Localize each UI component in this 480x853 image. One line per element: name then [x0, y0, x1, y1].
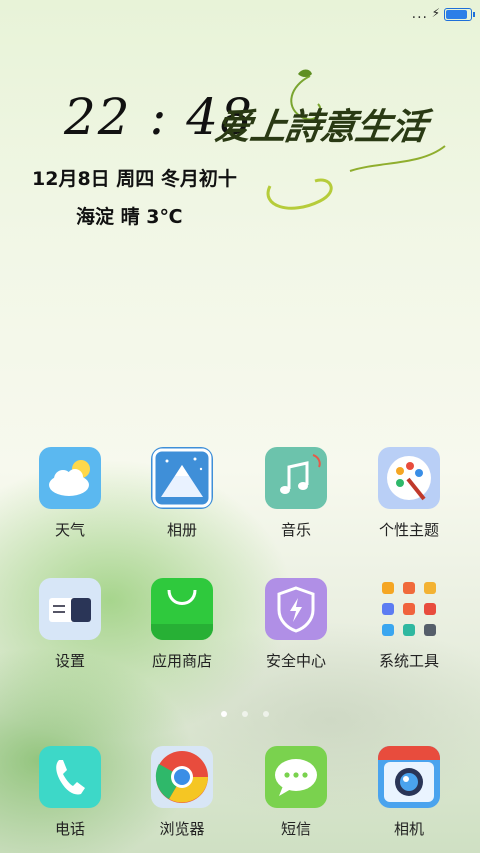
app-label: 音乐 [280, 521, 311, 539]
app-themes[interactable]: 个性主题 [354, 447, 464, 540]
date-text[interactable]: 12月8日 周四 冬月初十 [32, 164, 237, 191]
app-label: 应用商店 [151, 652, 212, 670]
battery-tip [473, 12, 475, 17]
settings-moon-icon [39, 578, 101, 640]
app-settings[interactable]: 设置 [15, 578, 125, 671]
battery-level-fill [446, 10, 467, 19]
page-indicator[interactable] [216, 702, 274, 721]
system-tools-folder-icon [378, 578, 440, 640]
charging-icon: ⚡ [431, 6, 440, 20]
status-bar: ... ⚡ [0, 0, 480, 28]
app-label: 短信 [280, 820, 311, 838]
more-dots-icon: ... [411, 6, 428, 22]
page-dot[interactable] [263, 711, 270, 717]
app-store[interactable]: 应用商店 [127, 578, 237, 671]
app-phone[interactable]: 电话 [15, 746, 125, 839]
app-label: 相机 [393, 820, 424, 838]
app-camera[interactable]: 相机 [354, 746, 464, 839]
app-label: 安全中心 [265, 652, 326, 670]
app-label: 浏览器 [159, 820, 205, 838]
music-note-icon [265, 447, 327, 509]
app-weather[interactable]: 天气 [15, 447, 125, 540]
weather-cloud-sun-icon [39, 447, 101, 509]
app-browser[interactable]: 浏览器 [127, 746, 237, 839]
gallery-mountain-icon [151, 447, 213, 509]
battery-icon [444, 8, 475, 21]
app-store-bag-icon [151, 578, 213, 640]
app-messages[interactable]: 短信 [241, 746, 351, 839]
app-label: 相册 [166, 521, 197, 539]
app-label: 设置 [54, 652, 85, 670]
app-label: 电话 [54, 820, 85, 838]
message-bubble-icon [265, 746, 327, 808]
page-dot[interactable] [242, 711, 249, 717]
phone-handset-icon [39, 746, 101, 808]
app-label: 系统工具 [378, 652, 439, 670]
page-dot[interactable] [221, 711, 227, 717]
app-gallery[interactable]: 相册 [127, 447, 237, 540]
security-shield-icon [265, 578, 327, 640]
app-label: 个性主题 [378, 521, 439, 539]
weather-text[interactable]: 海淀 晴 3℃ [76, 202, 182, 229]
app-music[interactable]: 音乐 [241, 447, 351, 540]
app-system-tools[interactable]: 系统工具 [354, 578, 464, 671]
browser-icon [151, 746, 213, 808]
app-security[interactable]: 安全中心 [241, 578, 351, 671]
app-label: 天气 [54, 521, 85, 539]
slogan-text: 爱上詩意生活 [212, 106, 429, 148]
camera-icon [378, 746, 440, 808]
theme-palette-icon [378, 447, 440, 509]
